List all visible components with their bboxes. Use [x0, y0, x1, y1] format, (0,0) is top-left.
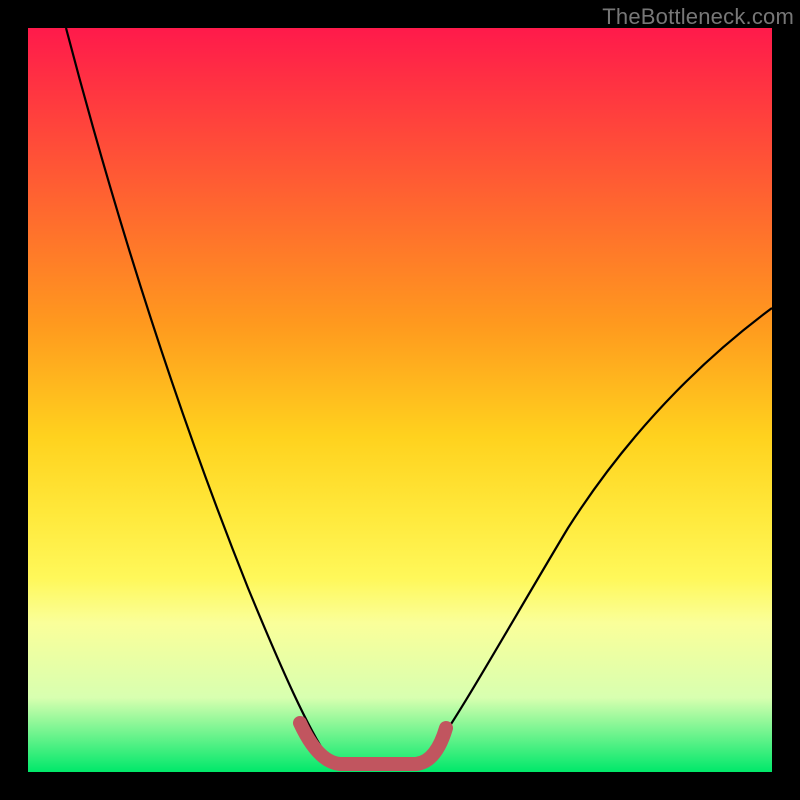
highlight-band: [300, 723, 446, 764]
right-curve: [428, 308, 772, 758]
chart-plot-area: [28, 28, 772, 772]
watermark-label: TheBottleneck.com: [602, 4, 794, 30]
chart-frame: TheBottleneck.com: [0, 0, 800, 800]
left-curve: [66, 28, 328, 758]
chart-curves: [28, 28, 772, 772]
